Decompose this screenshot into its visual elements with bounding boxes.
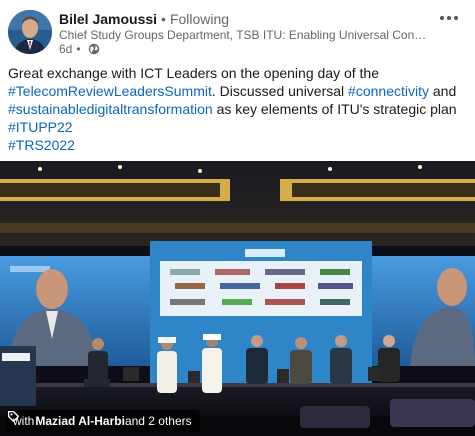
more-options-icon[interactable] bbox=[435, 8, 463, 28]
post-line: #TRS2022 bbox=[8, 136, 468, 154]
tagged-person-name: Maziad Al-Harbi bbox=[35, 414, 125, 428]
post-text-fragment: . Discussed universal bbox=[211, 83, 349, 99]
post-text: Great exchange with ICT Leaders on the o… bbox=[8, 64, 468, 154]
avatar[interactable] bbox=[8, 10, 52, 54]
post-meta: 6d • bbox=[59, 42, 100, 56]
post-text-fragment: as key elements of ITU's strategic plan bbox=[212, 101, 457, 117]
author-name[interactable]: Bilel Jamoussi bbox=[59, 11, 157, 27]
separator-dot: • bbox=[76, 42, 81, 56]
tag-suffix: and 2 others bbox=[124, 414, 192, 428]
photo-tagged-people[interactable]: with Maziad Al-Harbi and 2 others bbox=[7, 410, 200, 432]
post-line: #ITUPP22 bbox=[8, 118, 468, 136]
post-time: 6d bbox=[59, 42, 73, 56]
post-line: #TelecomReviewLeadersSummit. Discussed u… bbox=[8, 82, 468, 100]
hashtag-link[interactable]: #connectivity bbox=[348, 83, 429, 99]
hashtag-link[interactable]: #TelecomReviewLeadersSummit bbox=[8, 83, 212, 99]
separator-dot: • bbox=[161, 11, 166, 27]
hashtag-link[interactable]: #sustainabledigitaltransformation bbox=[8, 101, 213, 117]
tag-icon bbox=[7, 410, 20, 423]
author-headline: Chief Study Groups Department, TSB ITU: … bbox=[59, 28, 429, 42]
post-text-fragment: and bbox=[428, 83, 457, 99]
post-header: Bilel Jamoussi • Following Chief Study Gro… bbox=[0, 0, 475, 60]
conference-stage-illustration bbox=[0, 161, 475, 436]
post-photo[interactable]: with Maziad Al-Harbi and 2 others bbox=[0, 161, 475, 436]
follow-status: Following bbox=[169, 11, 230, 27]
hashtag-link[interactable]: #TRS2022 bbox=[8, 137, 75, 153]
post-line: Great exchange with ICT Leaders on the o… bbox=[8, 65, 379, 81]
author-name-row: Bilel Jamoussi • Following bbox=[59, 11, 229, 27]
globe-icon bbox=[88, 43, 99, 55]
post-line: #sustainabledigitaltransformation as key… bbox=[8, 100, 468, 118]
hashtag-link[interactable]: #ITUPP22 bbox=[8, 119, 73, 135]
